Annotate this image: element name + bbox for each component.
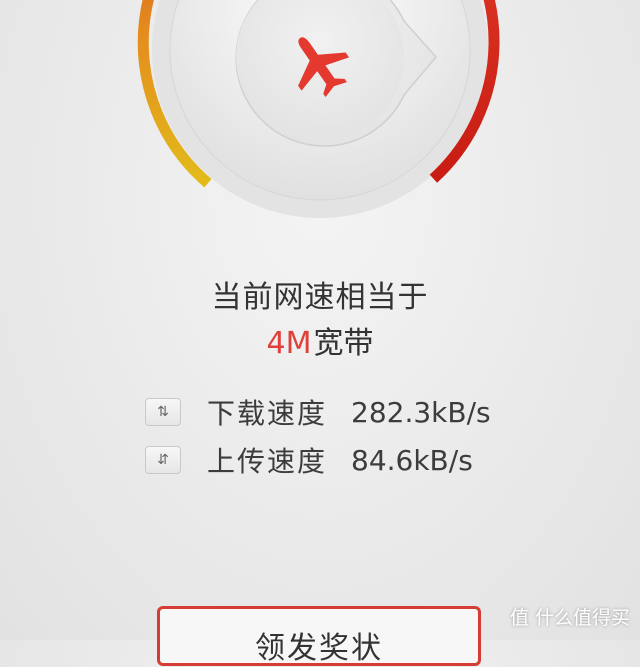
speed-equivalent-heading: 当前网速相当于	[211, 280, 429, 315]
upload-arrows-icon: ⇵	[145, 446, 181, 474]
bandwidth-unit: 宽带	[313, 326, 374, 361]
bandwidth-value: 4M	[266, 326, 312, 361]
download-speed-label: 下载速度	[207, 397, 328, 430]
watermark-text: 值 什么值得买	[509, 606, 630, 629]
download-arrows-icon: ⇅	[145, 398, 181, 426]
download-speed-value: 282.3kB/s	[351, 395, 491, 429]
watermark: 值 什么值得买	[510, 601, 630, 631]
airplane-icon	[298, 37, 350, 98]
upload-speed-label: 上传速度	[207, 445, 328, 478]
upload-speed-row: ⇵ 上传速度 84.6kB/s	[145, 442, 473, 478]
upload-speed-value: 84.6kB/s	[351, 443, 473, 477]
claim-certificate-button[interactable]: 领发奖状	[157, 606, 481, 666]
bandwidth-equivalent: 4M宽带	[0, 318, 640, 362]
download-speed-row: ⇅ 下载速度 282.3kB/s	[145, 394, 491, 430]
